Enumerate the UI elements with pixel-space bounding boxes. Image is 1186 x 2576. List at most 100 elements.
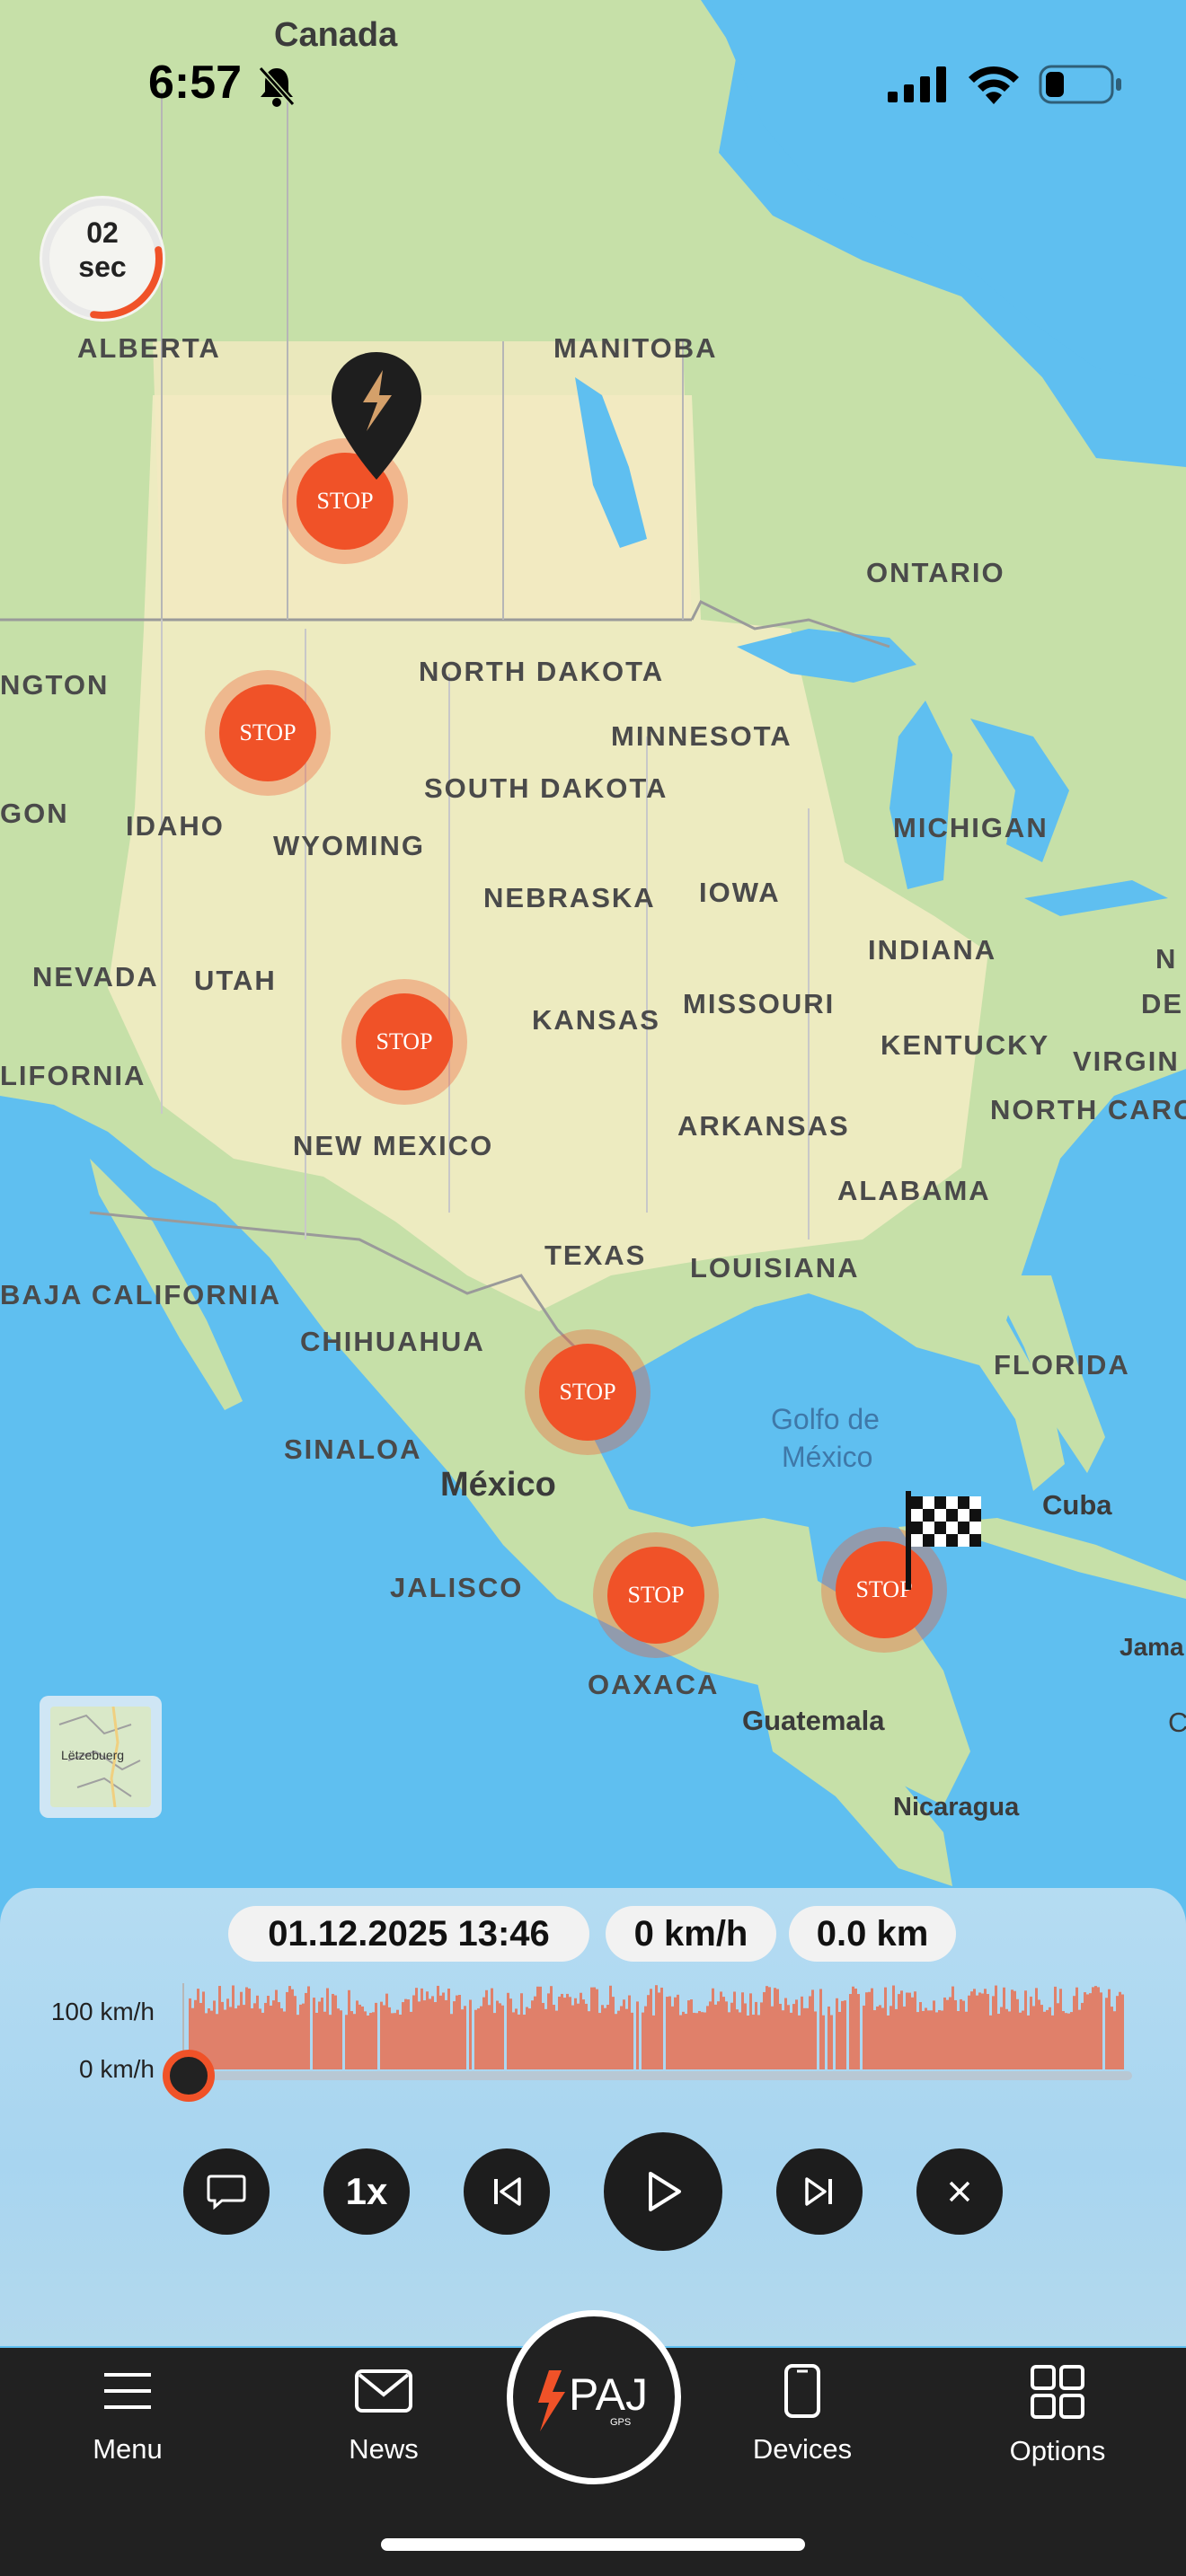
speed-graph-bar: [582, 1999, 585, 2069]
map-label-louisiana: LOUISIANA: [690, 1252, 860, 1284]
speed-graph-bar: [644, 2006, 647, 2069]
next-stop-button[interactable]: [776, 2148, 863, 2235]
speed-graph-bar: [887, 2015, 890, 2069]
speed-graph-bar: [660, 1987, 663, 2069]
speed-graph-bar: [321, 1998, 323, 2069]
speed-graph-bar: [555, 2010, 558, 2069]
speed-graph-bar: [714, 2004, 717, 2069]
speed-graph-bar: [879, 2005, 881, 2069]
refresh-timer[interactable]: 02 sec: [40, 196, 165, 322]
speed-graph-bar: [235, 2008, 237, 2069]
speed-graph-bar: [828, 2006, 830, 2069]
stop-label: STOP: [356, 993, 453, 1090]
speed-graph-bar: [590, 1987, 593, 2069]
menu-icon: [104, 2373, 151, 2409]
speed-graph-bar: [903, 2006, 906, 2069]
play-button[interactable]: [604, 2132, 722, 2251]
speed-graph-bar: [332, 1993, 334, 2069]
speed-graph-bar: [380, 2001, 383, 2069]
playback-timeline-track[interactable]: [189, 2071, 1132, 2080]
speed-graph-bar: [288, 1986, 291, 2069]
map-label-jalisco: JALISCO: [390, 1572, 524, 1603]
speed-graph-bar: [871, 1988, 873, 2069]
speed-graph-bar: [822, 2015, 825, 2069]
device-location-pin[interactable]: [327, 348, 426, 483]
speed-graph-bar: [949, 1997, 951, 2069]
speed-graph-bar: [1062, 2011, 1065, 2069]
speed-graph[interactable]: [180, 1983, 1132, 2073]
previous-stop-button[interactable]: [464, 2148, 550, 2235]
speed-graph-bar: [604, 2007, 606, 2069]
close-playback-button[interactable]: [916, 2148, 1003, 2235]
speed-graph-bar: [571, 2005, 574, 2069]
comment-button[interactable]: [183, 2148, 270, 2235]
speed-graph-bar: [1000, 2007, 1003, 2069]
speed-graph-bar: [412, 1995, 415, 2069]
stop-marker[interactable]: STOP: [205, 670, 331, 796]
nav-news[interactable]: News: [307, 2364, 460, 2466]
speed-graph-bar: [943, 1997, 946, 2069]
speed-graph-bar: [558, 1996, 561, 2069]
speed-graph-bar: [426, 1991, 429, 2069]
speed-graph-bar: [970, 1991, 973, 2069]
speed-graph-bar: [739, 2012, 741, 2069]
speed-graph-bar: [229, 2007, 232, 2069]
map-label-iowa: IOWA: [699, 877, 781, 908]
speed-graph-bar: [482, 1997, 485, 2069]
playback-speed-button[interactable]: 1x: [323, 2148, 410, 2235]
speed-graph-bar: [437, 1985, 439, 2069]
speed-graph-bar: [213, 2000, 216, 2069]
speed-graph-bar: [369, 2013, 372, 2069]
speed-graph-bar: [898, 1994, 900, 2069]
speed-graph-bar: [588, 2011, 590, 2069]
speed-graph-bar: [420, 1988, 423, 2069]
speed-graph-bar: [776, 1989, 779, 2069]
speed-graph-bar: [542, 2002, 544, 2069]
playback-timeline-handle[interactable]: [163, 2050, 215, 2102]
speed-graph-bar: [585, 2003, 588, 2069]
map-layer-toggle[interactable]: Lëtzebuerg: [40, 1696, 162, 1818]
map-canvas[interactable]: [0, 0, 1186, 1913]
speed-graph-bar: [445, 1999, 447, 2069]
speed-graph-bar: [596, 1989, 598, 2069]
paj-logo-button[interactable]: PAJ GPS: [507, 2310, 681, 2484]
speed-graph-bar: [841, 2000, 844, 2069]
speed-graph-bar: [606, 2005, 609, 2069]
speed-graph-bar: [801, 1996, 803, 2069]
map-label-alabama: ALABAMA: [837, 1175, 991, 1206]
speed-graph-bar: [442, 1992, 445, 2069]
speed-graph-bar: [302, 2003, 305, 2069]
status-icons: [888, 65, 1123, 109]
speed-graph-bar: [286, 1991, 288, 2069]
nav-menu[interactable]: Menu: [51, 2364, 204, 2466]
speed-graph-bar: [976, 1995, 978, 2069]
speed-graph-bar: [323, 2011, 326, 2069]
wifi-icon: [967, 65, 1021, 109]
stop-marker[interactable]: STOP: [525, 1329, 651, 1455]
speed-graph-bar: [1035, 1988, 1038, 2069]
speed-graph-bar: [960, 1998, 962, 2069]
speed-graph-bar: [512, 2012, 515, 2069]
speed-graph-bar: [722, 1997, 725, 2069]
speed-graph-bar: [536, 1986, 539, 2069]
map-label-texas: TEXAS: [544, 1239, 647, 1271]
nav-devices[interactable]: Devices: [726, 2364, 879, 2466]
speed-graph-bar: [706, 2006, 709, 2069]
speed-graph-bar: [655, 1985, 658, 2069]
speed-graph-bar: [464, 2006, 466, 2069]
speed-graph-bar: [221, 2001, 224, 2069]
map-view[interactable]: Canada ALBERTA MANITOBA ONTARIO NGTON NO…: [0, 0, 1186, 1913]
speed-graph-bar: [245, 1987, 248, 2069]
map-label-c: C: [1168, 1707, 1186, 1738]
timer-value: 02: [86, 216, 119, 249]
stop-marker[interactable]: STOP: [341, 979, 467, 1105]
speed-graph-bar: [507, 1992, 509, 2069]
stop-marker[interactable]: STOP: [593, 1532, 719, 1658]
speed-graph-bar: [1075, 1987, 1078, 2069]
speed-graph-bar: [1092, 1987, 1094, 2069]
map-label-missouri: MISSOURI: [683, 988, 836, 1019]
finish-flag-icon[interactable]: [902, 1491, 985, 1590]
signal-icon: [888, 66, 949, 107]
map-label-washington: NGTON: [0, 669, 110, 701]
nav-options[interactable]: Options: [981, 2364, 1134, 2467]
